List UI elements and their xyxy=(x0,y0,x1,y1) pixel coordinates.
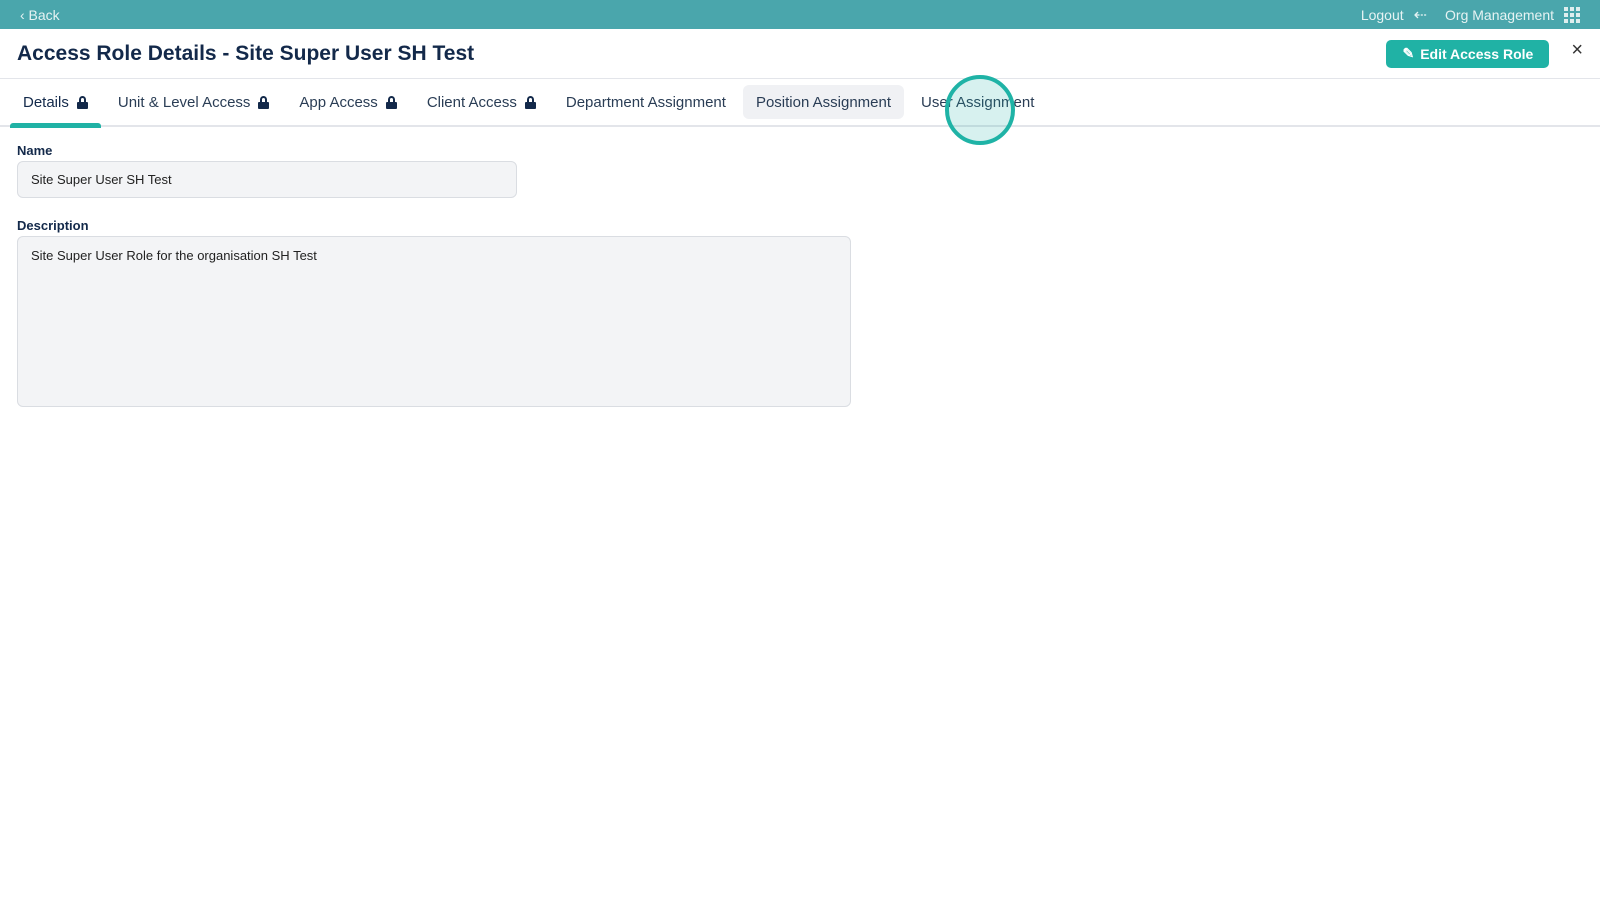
tab-details[interactable]: Details xyxy=(10,85,101,128)
tab-department-assignment[interactable]: Department Assignment xyxy=(553,85,739,119)
click-indicator xyxy=(945,75,1015,145)
description-label: Description xyxy=(17,218,89,233)
close-icon[interactable]: × xyxy=(1571,39,1583,62)
logout-link[interactable]: Logout xyxy=(1361,7,1404,23)
lock-icon xyxy=(385,95,397,109)
tab-unit-level-access[interactable]: Unit & Level Access xyxy=(105,85,283,119)
edit-button-label: Edit Access Role xyxy=(1420,45,1534,62)
tab-label: Position Assignment xyxy=(755,93,892,111)
tab-position-assignment[interactable]: Position Assignment xyxy=(742,85,905,119)
lock-icon xyxy=(76,95,88,109)
page-header: Access Role Details - Site Super User SH… xyxy=(0,29,1600,79)
edit-access-role-button[interactable]: ✎ Edit Access Role xyxy=(1386,39,1550,68)
tab-client-access[interactable]: Client Access xyxy=(414,85,549,119)
top-bar: ‹ Back Logout ⇠ Org Management xyxy=(0,0,1600,29)
pencil-icon: ✎ xyxy=(1402,45,1415,61)
logout-icon[interactable]: ⇠ xyxy=(1414,5,1427,25)
page-title: Access Role Details - Site Super User SH… xyxy=(17,41,475,65)
description-field[interactable]: Site Super User Role for the organisatio… xyxy=(17,236,851,407)
back-link[interactable]: ‹ Back xyxy=(20,7,60,23)
tab-label: Department Assignment xyxy=(565,93,726,111)
details-form: Name Site Super User SH Test Description… xyxy=(0,127,1600,423)
tab-label: Details xyxy=(23,93,69,111)
apps-grid-icon[interactable] xyxy=(1564,6,1580,23)
tab-label: Unit & Level Access xyxy=(117,93,251,111)
tab-app-access[interactable]: App Access xyxy=(286,85,409,119)
lock-icon xyxy=(524,95,536,109)
tab-label: Client Access xyxy=(426,93,517,111)
name-field[interactable]: Site Super User SH Test xyxy=(17,161,517,198)
lock-icon xyxy=(258,95,270,109)
tab-label: App Access xyxy=(299,93,378,111)
tab-bar: Details Unit & Level Access App Access C… xyxy=(0,79,1600,128)
name-label: Name xyxy=(17,143,53,158)
org-management-link[interactable]: Org Management xyxy=(1445,7,1554,23)
